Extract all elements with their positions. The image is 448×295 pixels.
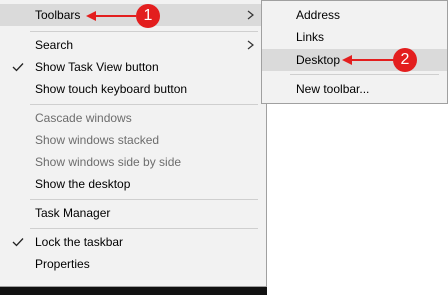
menu-item-label: New toolbar... xyxy=(296,82,370,96)
menu-item-label: Task Manager xyxy=(35,206,111,220)
toolbars-submenu: Address Links Desktop New toolbar... xyxy=(261,0,448,104)
menu-item-cascade-windows: Cascade windows xyxy=(0,107,266,129)
taskbar xyxy=(0,287,267,295)
menu-item-lock-taskbar[interactable]: Lock the taskbar xyxy=(0,231,266,253)
menu-separator xyxy=(30,199,258,200)
menu-item-label: Show touch keyboard button xyxy=(35,82,188,96)
menu-item-show-desktop[interactable]: Show the desktop xyxy=(0,173,266,195)
menu-separator xyxy=(30,228,258,229)
menu-item-search[interactable]: Search xyxy=(0,34,266,56)
chevron-right-icon xyxy=(247,10,254,20)
menu-item-label: Show windows stacked xyxy=(35,133,160,147)
menu-separator xyxy=(30,31,258,32)
menu-item-label: Toolbars xyxy=(35,8,81,22)
taskbar-context-menu: Toolbars Search Show Task View button Sh… xyxy=(0,0,267,287)
menu-separator xyxy=(30,104,258,105)
step-badge-2: 2 xyxy=(393,48,417,72)
menu-item-show-windows-stacked: Show windows stacked xyxy=(0,129,266,151)
menu-item-label: Address xyxy=(296,8,341,22)
menu-item-label: Search xyxy=(35,38,74,52)
step-badge-1: 1 xyxy=(136,4,160,28)
menu-item-label: Show windows side by side xyxy=(35,155,182,169)
menu-item-show-windows-side-by-side: Show windows side by side xyxy=(0,151,266,173)
menu-item-label: Desktop xyxy=(296,53,341,67)
submenu-item-links[interactable]: Links xyxy=(262,26,447,48)
checkmark-icon xyxy=(12,63,24,72)
menu-separator xyxy=(290,74,439,75)
chevron-right-icon xyxy=(247,40,254,50)
submenu-item-address[interactable]: Address xyxy=(262,4,447,26)
menu-item-label: Links xyxy=(296,30,325,44)
callout-arrow-1 xyxy=(86,11,136,21)
menu-item-label: Show the desktop xyxy=(35,177,131,191)
menu-item-label: Show Task View button xyxy=(35,60,159,74)
menu-item-show-touch-keyboard[interactable]: Show touch keyboard button xyxy=(0,78,266,100)
callout-arrow-2 xyxy=(342,55,394,65)
menu-item-label: Lock the taskbar xyxy=(35,235,124,249)
menu-item-task-manager[interactable]: Task Manager xyxy=(0,202,266,224)
menu-item-properties[interactable]: Properties xyxy=(0,253,266,275)
checkmark-icon xyxy=(12,238,24,247)
menu-item-show-task-view[interactable]: Show Task View button xyxy=(0,56,266,78)
menu-item-label: Properties xyxy=(35,257,90,271)
submenu-item-new-toolbar[interactable]: New toolbar... xyxy=(262,78,447,100)
menu-item-label: Cascade windows xyxy=(35,111,132,125)
